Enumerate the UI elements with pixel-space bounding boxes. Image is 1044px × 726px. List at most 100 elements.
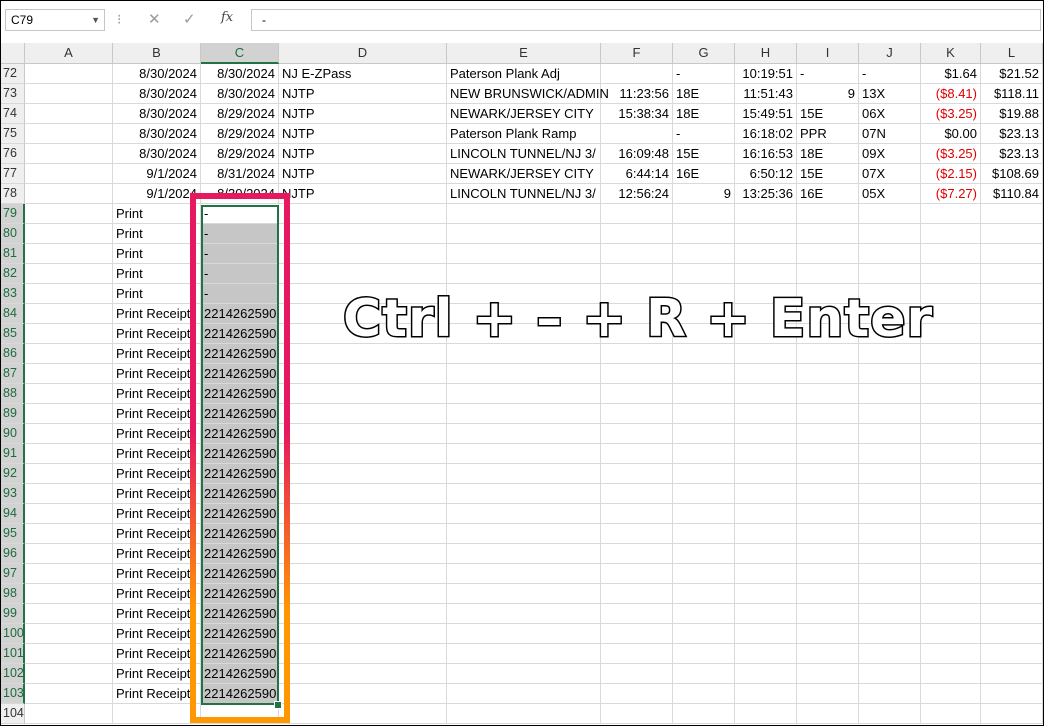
cell-g104[interactable]: [673, 704, 735, 724]
cell-e95[interactable]: [447, 524, 601, 544]
cell-h99[interactable]: [735, 604, 797, 624]
cell-k103[interactable]: [921, 684, 981, 704]
cell-e97[interactable]: [447, 564, 601, 584]
cell-g95[interactable]: [673, 524, 735, 544]
cell-l103[interactable]: [981, 684, 1043, 704]
cell-e82[interactable]: [447, 264, 601, 284]
cell-l101[interactable]: [981, 644, 1043, 664]
cell-a73[interactable]: [25, 84, 113, 104]
cell-j72[interactable]: -: [859, 64, 921, 84]
cell-j100[interactable]: [859, 624, 921, 644]
cell-a76[interactable]: [25, 144, 113, 164]
cell-e92[interactable]: [447, 464, 601, 484]
row-header[interactable]: 83: [1, 284, 25, 304]
cell-h89[interactable]: [735, 404, 797, 424]
cell-g75[interactable]: -: [673, 124, 735, 144]
cell-i80[interactable]: [797, 224, 859, 244]
cell-e72[interactable]: Paterson Plank Adj: [447, 64, 601, 84]
cell-e100[interactable]: [447, 624, 601, 644]
enter-icon[interactable]: ✓: [183, 10, 196, 28]
row-header[interactable]: 100: [1, 624, 25, 644]
cell-a89[interactable]: [25, 404, 113, 424]
cell-j79[interactable]: [859, 204, 921, 224]
cell-h77[interactable]: 6:50:12: [735, 164, 797, 184]
cell-l89[interactable]: [981, 404, 1043, 424]
cell-a94[interactable]: [25, 504, 113, 524]
cell-a99[interactable]: [25, 604, 113, 624]
cell-j74[interactable]: 06X: [859, 104, 921, 124]
cell-l91[interactable]: [981, 444, 1043, 464]
cell-g77[interactable]: 16E: [673, 164, 735, 184]
cell-d73[interactable]: NJTP: [279, 84, 447, 104]
column-header-j[interactable]: J: [859, 43, 921, 64]
cell-b83[interactable]: Print: [113, 284, 201, 304]
row-header[interactable]: 75: [1, 124, 25, 144]
cancel-icon[interactable]: ✕: [148, 10, 161, 28]
cell-a78[interactable]: [25, 184, 113, 204]
cell-l86[interactable]: [981, 344, 1043, 364]
cell-f95[interactable]: [601, 524, 673, 544]
cell-b101[interactable]: Print Receipt: [113, 644, 201, 664]
cell-g80[interactable]: [673, 224, 735, 244]
cell-h82[interactable]: [735, 264, 797, 284]
cell-l102[interactable]: [981, 664, 1043, 684]
cell-h87[interactable]: [735, 364, 797, 384]
cell-b100[interactable]: Print Receipt: [113, 624, 201, 644]
cell-l87[interactable]: [981, 364, 1043, 384]
cell-g93[interactable]: [673, 484, 735, 504]
cell-i79[interactable]: [797, 204, 859, 224]
cell-j82[interactable]: [859, 264, 921, 284]
cell-a90[interactable]: [25, 424, 113, 444]
column-header-f[interactable]: F: [601, 43, 673, 64]
cell-c103[interactable]: 2214262590: [201, 684, 279, 704]
cell-b97[interactable]: Print Receipt: [113, 564, 201, 584]
cell-f94[interactable]: [601, 504, 673, 524]
cell-a81[interactable]: [25, 244, 113, 264]
cell-d94[interactable]: [279, 504, 447, 524]
row-header[interactable]: 103: [1, 684, 25, 704]
row-header[interactable]: 98: [1, 584, 25, 604]
cell-c88[interactable]: 2214262590: [201, 384, 279, 404]
cell-j104[interactable]: [859, 704, 921, 724]
cell-c99[interactable]: 2214262590: [201, 604, 279, 624]
cell-a72[interactable]: [25, 64, 113, 84]
cell-a92[interactable]: [25, 464, 113, 484]
cell-f79[interactable]: [601, 204, 673, 224]
cell-f77[interactable]: 6:44:14: [601, 164, 673, 184]
row-header[interactable]: 101: [1, 644, 25, 664]
cell-l96[interactable]: [981, 544, 1043, 564]
cell-i78[interactable]: 16E: [797, 184, 859, 204]
cell-e90[interactable]: [447, 424, 601, 444]
cell-j103[interactable]: [859, 684, 921, 704]
cell-c81[interactable]: -: [201, 244, 279, 264]
cell-b72[interactable]: 8/30/2024: [113, 64, 201, 84]
cell-h91[interactable]: [735, 444, 797, 464]
column-header-e[interactable]: E: [447, 43, 601, 64]
cell-d101[interactable]: [279, 644, 447, 664]
cell-f74[interactable]: 15:38:34: [601, 104, 673, 124]
cell-d82[interactable]: [279, 264, 447, 284]
cell-j102[interactable]: [859, 664, 921, 684]
cell-e104[interactable]: [447, 704, 601, 724]
cell-c102[interactable]: 2214262590: [201, 664, 279, 684]
cell-i73[interactable]: 9: [797, 84, 859, 104]
cell-k78[interactable]: ($7.27): [921, 184, 981, 204]
cell-l88[interactable]: [981, 384, 1043, 404]
cell-b99[interactable]: Print Receipt: [113, 604, 201, 624]
cell-d99[interactable]: [279, 604, 447, 624]
cell-f91[interactable]: [601, 444, 673, 464]
row-header[interactable]: 84: [1, 304, 25, 324]
cell-c77[interactable]: 8/31/2024: [201, 164, 279, 184]
cell-k74[interactable]: ($3.25): [921, 104, 981, 124]
row-header[interactable]: 104: [1, 704, 25, 724]
cell-l75[interactable]: $23.13: [981, 124, 1043, 144]
cell-l92[interactable]: [981, 464, 1043, 484]
column-header-l[interactable]: L: [981, 43, 1043, 64]
cell-i82[interactable]: [797, 264, 859, 284]
cell-c93[interactable]: 2214262590: [201, 484, 279, 504]
cell-d104[interactable]: [279, 704, 447, 724]
cell-b85[interactable]: Print Receipt: [113, 324, 201, 344]
cell-k72[interactable]: $1.64: [921, 64, 981, 84]
cell-g78[interactable]: 9: [673, 184, 735, 204]
cell-k77[interactable]: ($2.15): [921, 164, 981, 184]
